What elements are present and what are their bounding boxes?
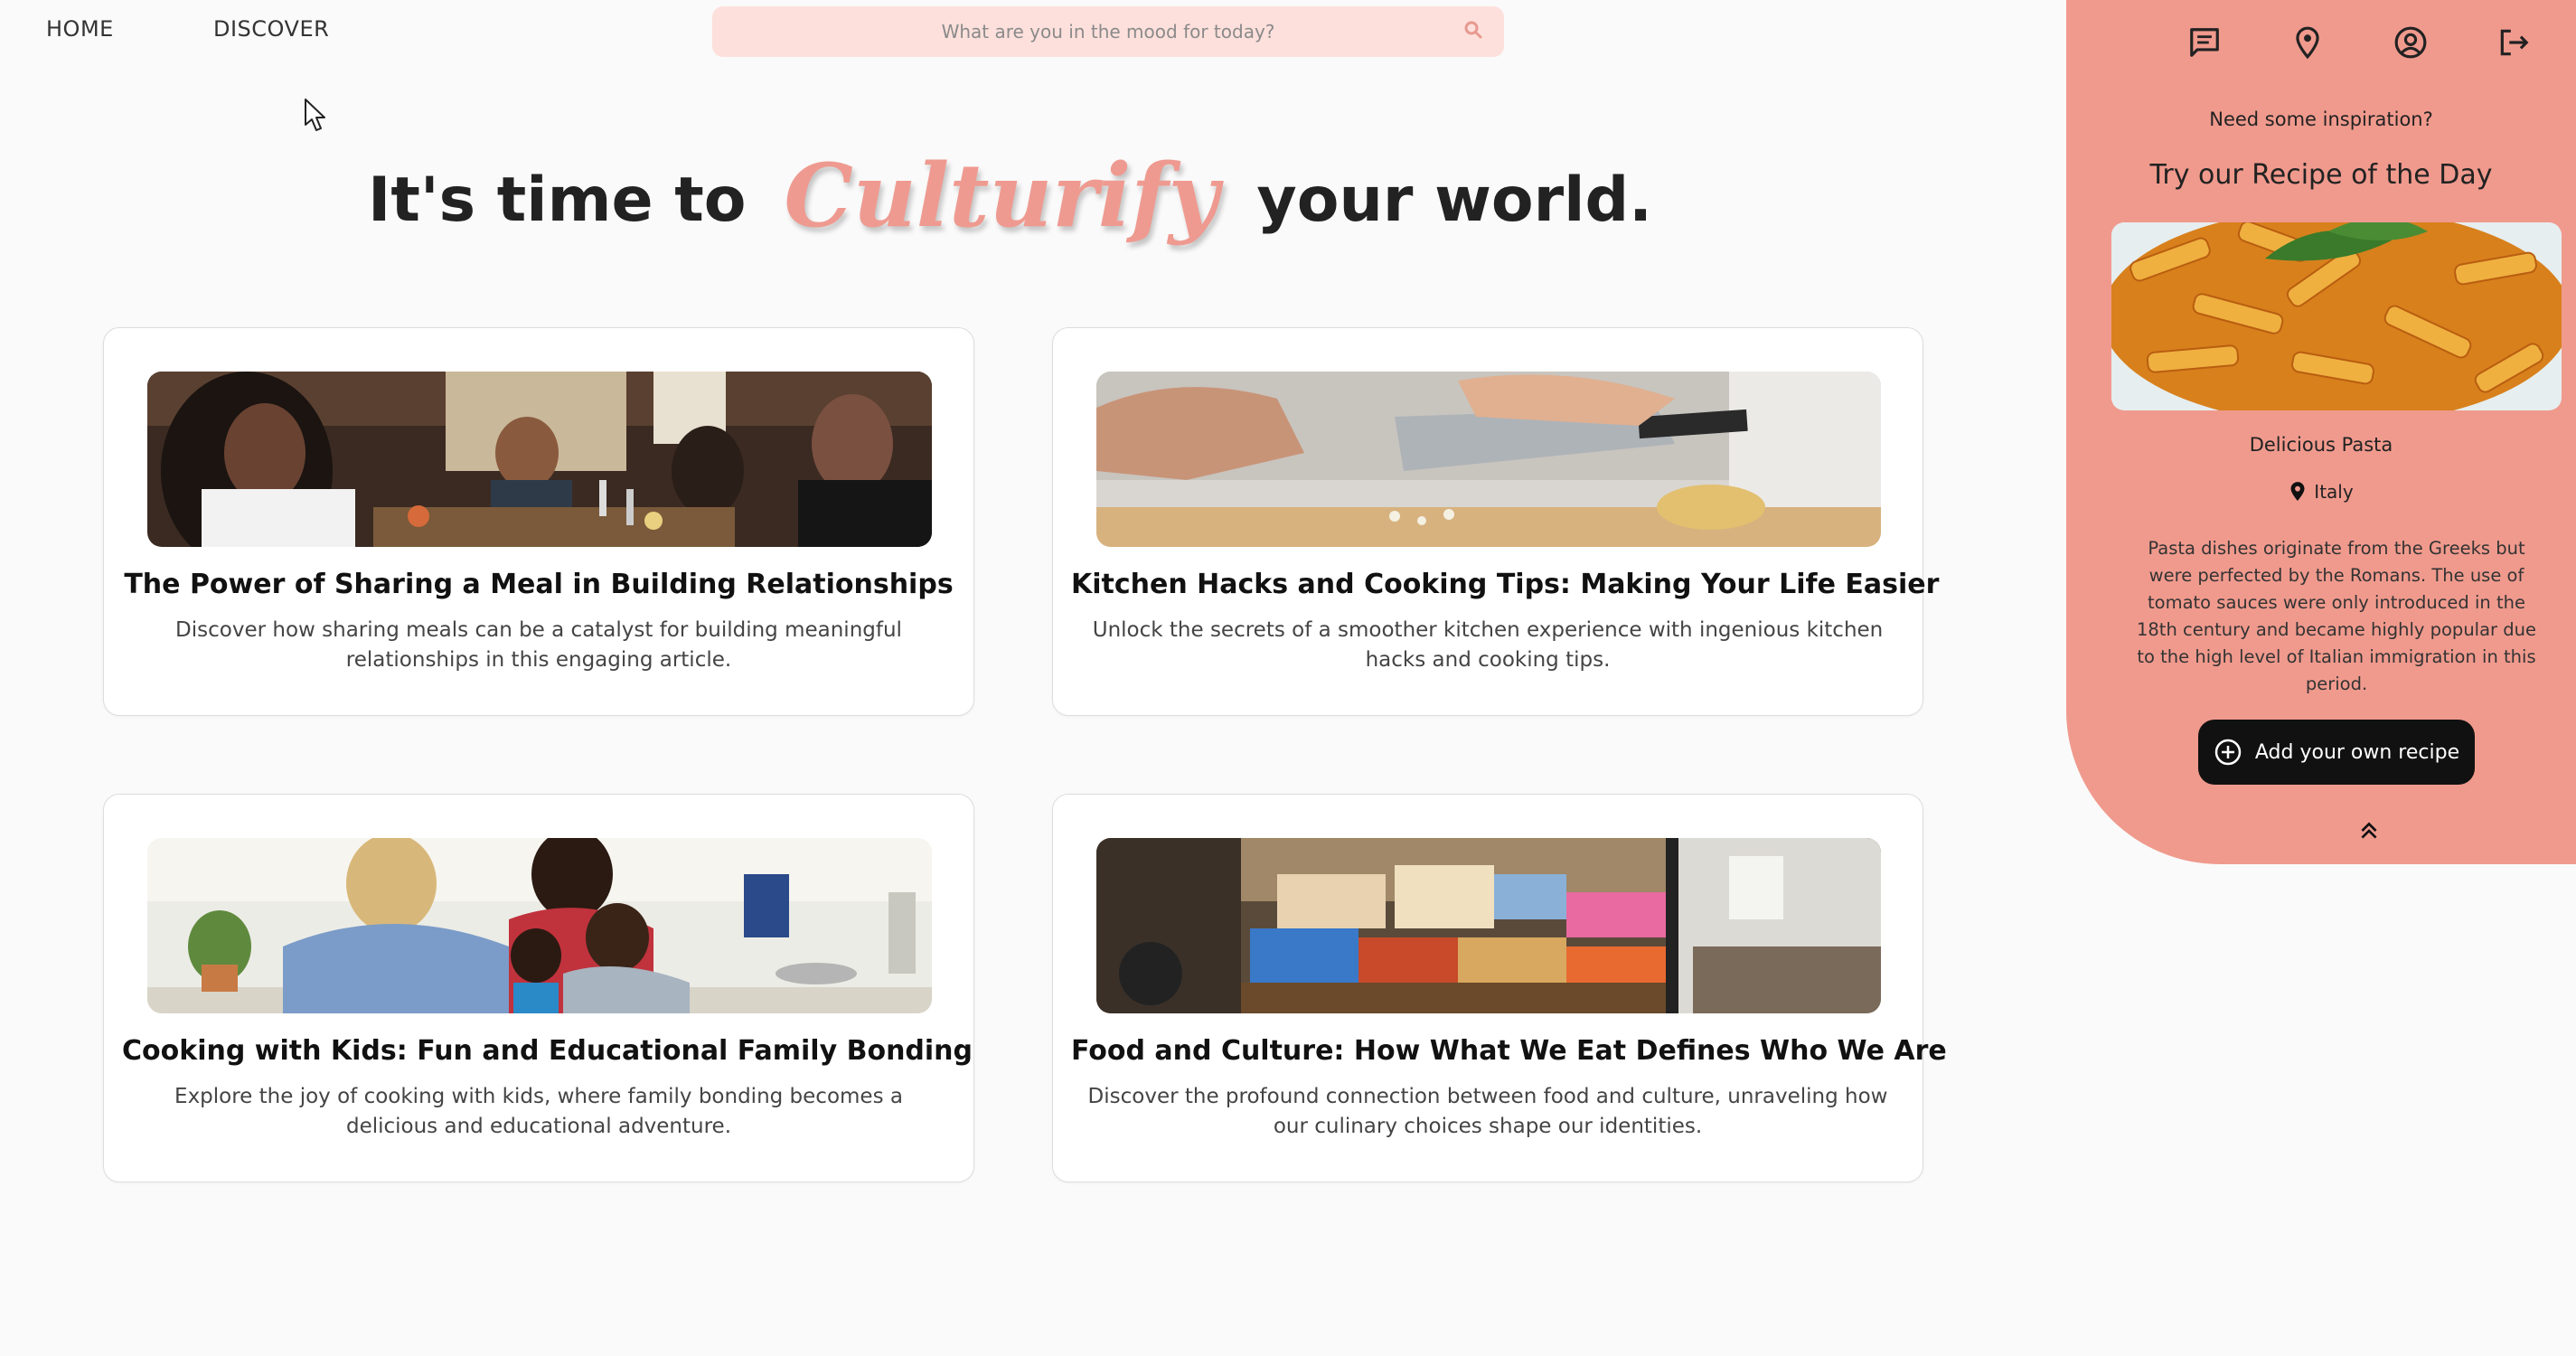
article-description: Explore the joy of cooking with kids, wh… [174, 1085, 903, 1138]
recipe-name: Delicious Pasta [2249, 434, 2393, 456]
hero-prefix: It's time to [368, 165, 747, 236]
search-bar [712, 5, 1504, 58]
article-title[interactable]: Food and Culture: How What We Eat Define… [1071, 1035, 1947, 1067]
chat-icon[interactable] [2187, 25, 2222, 60]
article-image-cooking-kids [147, 838, 932, 1013]
recipe-sidebar: Need some inspiration? Try our Recipe of… [2066, 0, 2576, 864]
article-image-food-culture [1096, 838, 1881, 1013]
article-description: Unlock the secrets of a smoother kitchen… [1092, 618, 1884, 672]
brand-wordmark: Culturify [784, 145, 1219, 247]
logout-icon[interactable] [2496, 25, 2531, 60]
add-recipe-label: Add your own recipe [2254, 740, 2460, 764]
mouse-cursor-icon [304, 98, 331, 134]
article-image-kitchen-hacks [1096, 372, 1881, 547]
recipe-of-day-heading: Try our Recipe of the Day [2149, 159, 2493, 191]
chevron-double-up-icon[interactable] [2357, 819, 2381, 843]
article-card[interactable]: The Power of Sharing a Meal in Building … [103, 327, 974, 716]
search-input[interactable] [712, 5, 1504, 58]
article-card[interactable]: Food and Culture: How What We Eat Define… [1052, 794, 1947, 1182]
article-card[interactable]: Kitchen Hacks and Cooking Tips: Making Y… [1052, 327, 1939, 716]
hero-suffix: your world. [1256, 165, 1652, 236]
recipe-location: Italy [2066, 481, 2576, 503]
nav-discover-link[interactable]: DISCOVER [213, 16, 329, 42]
article-title[interactable]: The Power of Sharing a Meal in Building … [122, 569, 955, 600]
article-title[interactable]: Kitchen Hacks and Cooking Tips: Making Y… [1071, 569, 1939, 600]
article-description: Discover how sharing meals can be a cata… [175, 618, 902, 672]
article-image-shared-meal [147, 372, 932, 547]
hero-headline: It's time to Culturify your world. [0, 145, 2020, 247]
sidebar-toolbar [2187, 25, 2531, 60]
user-circle-icon[interactable] [2393, 25, 2428, 60]
recipe-image-pasta[interactable] [2111, 222, 2562, 410]
article-card[interactable]: Cooking with Kids: Fun and Educational F… [103, 794, 974, 1182]
recipe-location-text: Italy [2314, 481, 2354, 503]
search-icon[interactable] [1462, 19, 1484, 41]
location-pin-icon [2290, 482, 2305, 501]
article-description: Discover the profound connection between… [1087, 1085, 1888, 1138]
inspiration-text: Need some inspiration? [2209, 108, 2433, 130]
article-title[interactable]: Cooking with Kids: Fun and Educational F… [122, 1035, 973, 1067]
location-pin-icon[interactable] [2290, 25, 2325, 60]
plus-circle-icon [2214, 739, 2242, 766]
nav-home-link[interactable]: HOME [46, 16, 114, 42]
recipe-description: Pasta dishes originate from the Greeks b… [2136, 538, 2536, 694]
add-recipe-button[interactable]: Add your own recipe [2198, 720, 2475, 785]
